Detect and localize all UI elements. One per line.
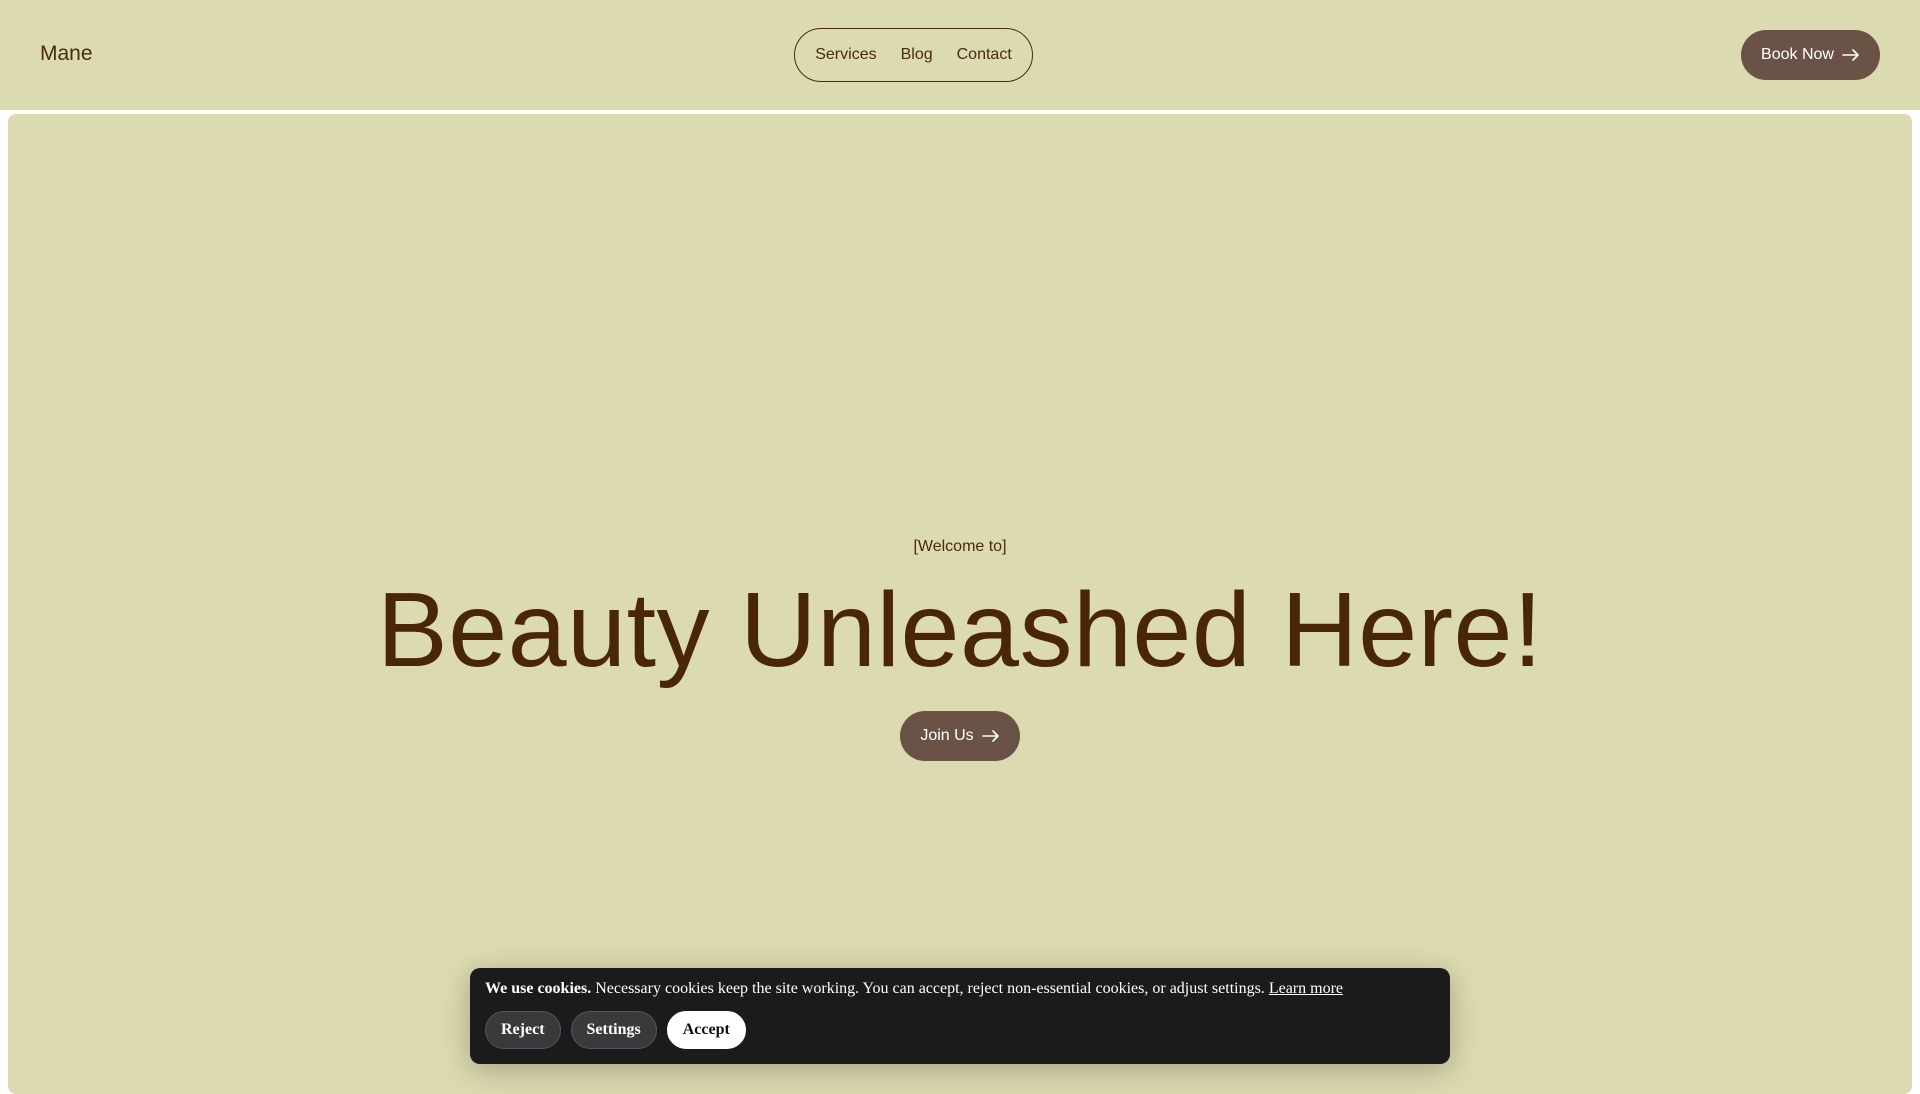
hero-headline: Beauty Unleashed Here! (377, 571, 1543, 689)
cookie-body: Necessary cookies keep the site working.… (595, 980, 1265, 997)
cookie-title: We use cookies. (485, 980, 592, 997)
nav-link-contact[interactable]: Contact (957, 46, 1012, 64)
cookie-banner: We use cookies. Necessary cookies keep t… (470, 968, 1450, 1064)
learn-more-link[interactable]: Learn more (1269, 980, 1343, 997)
nav-link-blog[interactable]: Blog (901, 46, 933, 64)
reject-button[interactable]: Reject (485, 1011, 561, 1049)
nav-link-services[interactable]: Services (815, 46, 876, 64)
book-now-button[interactable]: Book Now (1741, 30, 1880, 80)
book-now-label: Book Now (1761, 46, 1834, 63)
arrow-right-icon (1842, 49, 1859, 61)
join-us-button[interactable]: Join Us (900, 711, 1020, 761)
cookie-actions: Reject Settings Accept (485, 1011, 746, 1049)
site-header: Mane Services Blog Contact Book Now (0, 0, 1920, 110)
settings-button[interactable]: Settings (570, 1011, 657, 1049)
cookie-message: We use cookies. Necessary cookies keep t… (485, 980, 1343, 998)
hero-eyebrow: [Welcome to] (913, 538, 1007, 555)
join-us-label: Join Us (920, 727, 974, 744)
main-nav: Services Blog Contact (794, 28, 1033, 82)
arrow-right-icon (981, 730, 999, 742)
logo[interactable]: Mane (40, 42, 93, 66)
accept-button[interactable]: Accept (666, 1011, 746, 1049)
